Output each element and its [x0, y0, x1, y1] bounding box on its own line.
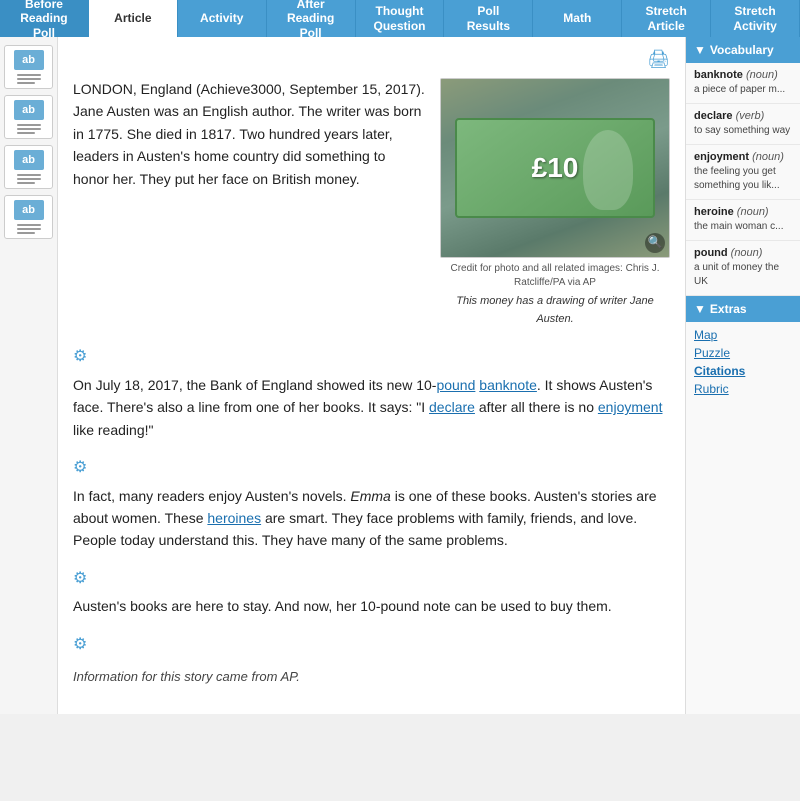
extras-map-link[interactable]: Map [694, 328, 792, 342]
vocab-banknote: banknote (noun) a piece of paper m... [686, 63, 800, 104]
tool-icon-2: ab [14, 100, 44, 120]
extras-list: Map Puzzle Citations Rubric [686, 322, 800, 406]
extras-triangle: ▼ [694, 302, 706, 316]
paragraph-3: In fact, many readers enjoy Austen's nov… [73, 485, 670, 552]
vocab-pound: pound (noun) a unit of money the UK [686, 241, 800, 296]
intro-section: LONDON, England (Achieve3000, September … [73, 78, 670, 328]
tab-math[interactable]: Math [533, 0, 622, 37]
tab-after-reading-poll[interactable]: After Reading Poll [267, 0, 356, 37]
vocab-heroine: heroine (noun) the main woman c... [686, 200, 800, 241]
vocab-declare: declare (verb) to say something way [686, 104, 800, 145]
audio-icon-2[interactable]: ⚙ [73, 455, 670, 481]
vocabulary-section: ▼ Vocabulary banknote (noun) a piece of … [686, 37, 800, 296]
intro-paragraph: LONDON, England (Achieve3000, September … [73, 78, 425, 190]
vocab-triangle: ▼ [694, 43, 706, 57]
tool-lines-1 [17, 74, 41, 84]
vocab-enjoyment: enjoyment (noun) the feeling you get som… [686, 145, 800, 200]
banknote-denomination: £10 [532, 146, 579, 191]
emma-em: Emma [350, 488, 390, 504]
paragraph-2: On July 18, 2017, the Bank of England sh… [73, 374, 670, 441]
declare-link[interactable]: declare [429, 399, 475, 415]
tab-stretch-article[interactable]: Stretch Article [622, 0, 711, 37]
vocab-label: Vocabulary [710, 43, 774, 57]
extras-rubric-link[interactable]: Rubric [694, 382, 792, 396]
audio-icon-3[interactable]: ⚙ [73, 566, 670, 592]
extras-section: ▼ Extras Map Puzzle Citations Rubric [686, 296, 800, 406]
tool-lines-4 [17, 224, 41, 234]
main-layout: ab ab ab ab [0, 37, 800, 714]
tab-stretch-activity[interactable]: Stretch Activity [711, 0, 800, 37]
nav-tabs: Before Reading Poll Article Activity Aft… [0, 0, 800, 37]
tool-1[interactable]: ab [4, 45, 53, 89]
pound-link[interactable]: pound [436, 377, 475, 393]
image-credit: Credit for photo and all related images:… [440, 262, 670, 290]
tool-4[interactable]: ab [4, 195, 53, 239]
tool-3[interactable]: ab [4, 145, 53, 189]
article-content: 🖨 LONDON, England (Achieve3000, Septembe… [58, 37, 685, 714]
extras-header[interactable]: ▼ Extras [686, 296, 800, 322]
enjoyment-link[interactable]: enjoyment [598, 399, 663, 415]
audio-icon-1[interactable]: ⚙ [73, 344, 670, 370]
banknote-image: £10 🔍 [440, 78, 670, 258]
extras-citations-link[interactable]: Citations [694, 364, 792, 378]
tab-activity[interactable]: Activity [178, 0, 267, 37]
print-button[interactable]: 🖨 [73, 49, 670, 70]
paragraph-3-block: ⚙ In fact, many readers enjoy Austen's n… [73, 455, 670, 552]
image-caption: This money has a drawing of writer Jane … [440, 293, 670, 328]
left-sidebar: ab ab ab ab [0, 37, 58, 714]
tab-poll-results[interactable]: Poll Results [444, 0, 533, 37]
article-footer: Information for this story came from AP. [73, 667, 670, 688]
intro-text: LONDON, England (Achieve3000, September … [73, 78, 425, 328]
banknote-visual: £10 [455, 118, 655, 218]
banknote-link[interactable]: banknote [479, 377, 537, 393]
paragraph-4-block: ⚙ Austen's books are here to stay. And n… [73, 566, 670, 618]
footer-block: ⚙ Information for this story came from A… [73, 632, 670, 688]
tab-thought-question[interactable]: Thought Question [356, 0, 445, 37]
tool-icon-3: ab [14, 150, 44, 170]
magnify-icon[interactable]: 🔍 [645, 233, 665, 253]
extras-puzzle-link[interactable]: Puzzle [694, 346, 792, 360]
paragraph-2-block: ⚙ On July 18, 2017, the Bank of England … [73, 344, 670, 441]
tab-before-reading-poll[interactable]: Before Reading Poll [0, 0, 89, 37]
extras-label: Extras [710, 302, 747, 316]
tab-article[interactable]: Article [89, 0, 178, 37]
tool-icon-4: ab [14, 200, 44, 220]
audio-icon-4[interactable]: ⚙ [73, 632, 670, 658]
heroines-link[interactable]: heroines [207, 510, 261, 526]
intro-image-wrap: £10 🔍 Credit for photo and all related i… [440, 78, 670, 328]
vocabulary-header[interactable]: ▼ Vocabulary [686, 37, 800, 63]
tool-2[interactable]: ab [4, 95, 53, 139]
tool-icon-1: ab [14, 50, 44, 70]
paragraph-4: Austen's books are here to stay. And now… [73, 595, 670, 617]
right-sidebar: ▼ Vocabulary banknote (noun) a piece of … [685, 37, 800, 714]
article-body: LONDON, England (Achieve3000, September … [73, 78, 670, 688]
tool-lines-3 [17, 174, 41, 184]
tool-lines-2 [17, 124, 41, 134]
